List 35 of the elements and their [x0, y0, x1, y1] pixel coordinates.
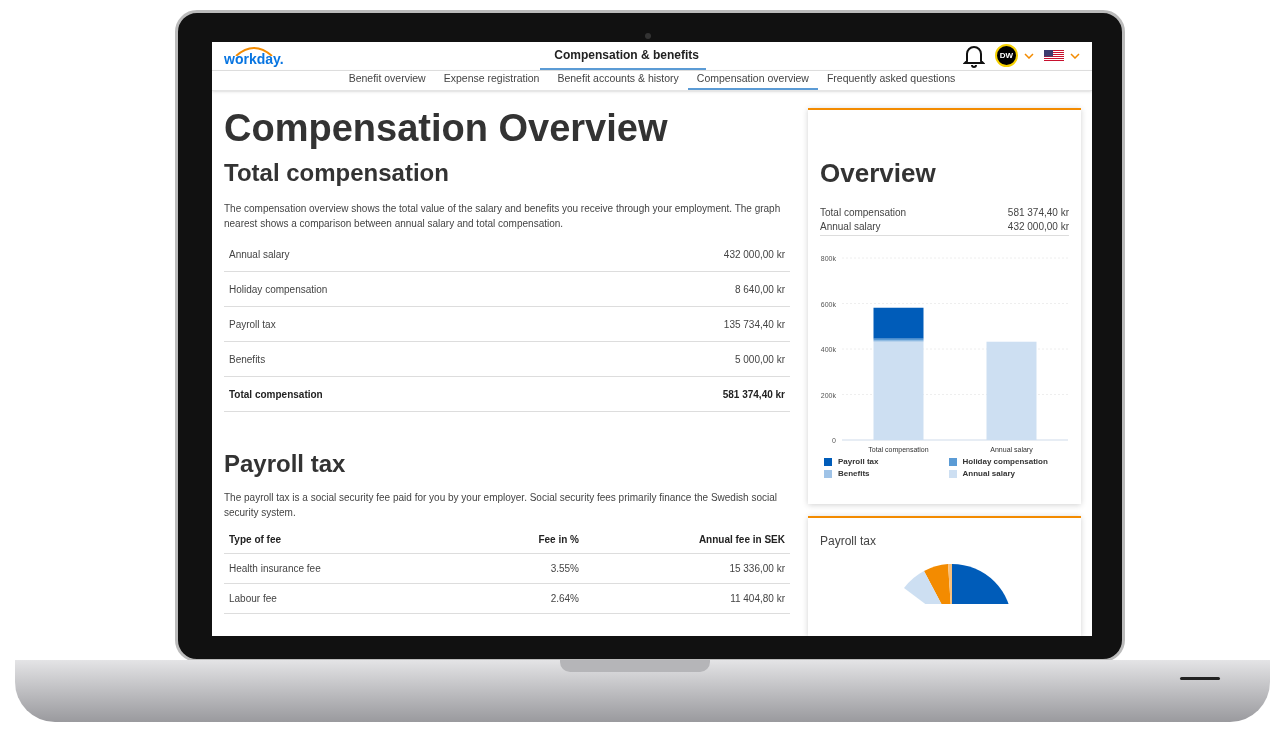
row-value: 581 374,40 kr [722, 387, 785, 402]
legend-label: Annual salary [962, 468, 1015, 480]
column-header: Fee in % [537, 533, 579, 547]
legend-label: Benefits [838, 468, 870, 480]
column-header: Annual fee in SEK [697, 533, 785, 547]
card-title: Overview [820, 160, 937, 186]
summary-label: Annual salary [820, 220, 881, 234]
page-title: Compensation Overview [224, 109, 669, 147]
table-cell-text: 3.55% [549, 562, 579, 576]
summary-label: Total compensation [820, 206, 907, 220]
row-value: 432 000,00 kr [723, 247, 785, 262]
legend-label: Holiday compensation [962, 456, 1048, 468]
row-label: Annual salary [229, 247, 290, 262]
row-value: 135 734,40 kr [723, 317, 785, 332]
table-cell-text: Labour fee [229, 592, 278, 606]
legend-label: Payroll tax [838, 456, 879, 468]
row-label: Total compensation [229, 387, 323, 402]
row-label: Benefits [229, 352, 266, 367]
logo: workday. [224, 51, 284, 66]
row-value: 8 640,00 kr [734, 282, 785, 297]
table-cell-text: 11 404,80 kr [729, 592, 785, 606]
row-value: 5 000,00 kr [734, 352, 785, 367]
table-cell-text: Health insurance fee [229, 562, 322, 576]
section-heading: Payroll tax [224, 449, 347, 479]
table-cell-text: 2.64% [549, 592, 579, 606]
row-label: Payroll tax [229, 317, 276, 332]
row-label: Holiday compensation [229, 282, 328, 297]
section-heading: Total compensation [224, 158, 450, 188]
summary-value: 432 000,00 kr [1007, 220, 1069, 234]
card-title: Payroll tax [820, 533, 878, 550]
summary-value: 581 374,40 kr [1007, 206, 1069, 220]
table-cell-text: 15 336,00 kr [728, 562, 785, 576]
section-description: The compensation overview shows the total value of the salary and benefits you receive through your employment. The graph nearest shows a comparison between annual salary and total compensation. [224, 202, 782, 231]
column-header: Type of fee [229, 533, 283, 547]
section-description: The payroll tax is a social security fee paid for you by your employer. Social security fees primarily finance the Swedish social security system. [224, 491, 779, 520]
